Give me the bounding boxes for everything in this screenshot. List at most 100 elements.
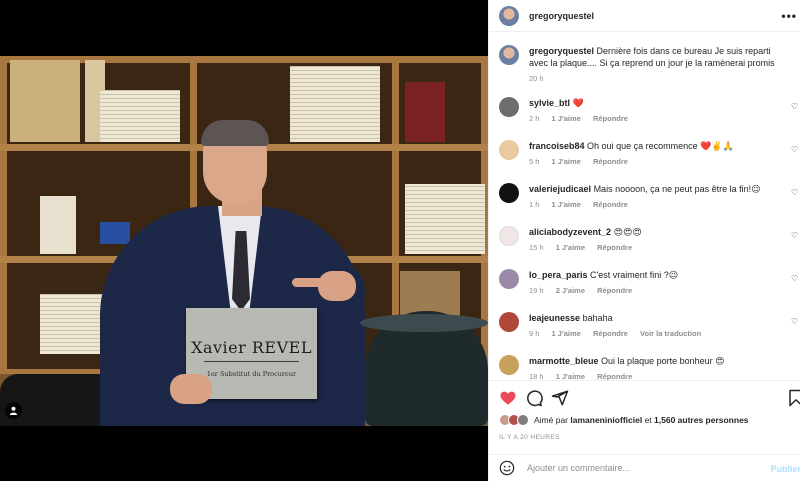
share-icon[interactable]	[551, 389, 569, 407]
comment-text: bahaha	[582, 313, 613, 323]
pointing-finger	[292, 278, 324, 287]
post-sidebar: gregoryquestel ••• gregoryquestel Derniè…	[488, 0, 800, 481]
reply-button[interactable]: Répondre	[597, 286, 632, 295]
comment-item: aliciabodyzevent_2 😍😍😍 15 h 1 J'aime Rép…	[499, 226, 799, 254]
comment-likes[interactable]: 1 J'aime	[552, 329, 581, 338]
blue-box	[100, 222, 130, 244]
comment-time[interactable]: 19 h	[529, 286, 544, 295]
more-horizontal-icon[interactable]: •••	[781, 9, 797, 23]
avatar[interactable]	[499, 269, 519, 289]
post-media-panel: Xavier REVEL 1er Substitut du Procureur	[0, 0, 488, 481]
avatar[interactable]	[499, 97, 519, 117]
comment-time[interactable]: 15 h	[529, 243, 544, 252]
avatar[interactable]	[499, 5, 519, 26]
heart-filled-icon[interactable]	[499, 389, 517, 407]
tagged-user-button[interactable]	[5, 402, 22, 419]
comment-time[interactable]: 18 h	[529, 372, 544, 380]
likes-text: Aimé par lamaneniniofficiel et 1,560 aut…	[534, 415, 749, 425]
comment-time[interactable]: 2 h	[529, 114, 539, 123]
caption-username[interactable]: gregoryquestel	[529, 46, 594, 56]
comment-item: lo_pera_paris C'est vraiment fini ?😉 19 …	[499, 269, 799, 297]
post-comment-button[interactable]: Publier	[770, 464, 800, 474]
avatar[interactable]	[499, 140, 519, 160]
plaque-name: Xavier REVEL	[191, 338, 312, 357]
heart-outline-icon[interactable]: ♡	[791, 275, 799, 283]
comment-text: ❤️	[572, 98, 584, 108]
comment-username[interactable]: lo_pera_paris	[529, 270, 588, 280]
emoji-icon[interactable]	[499, 460, 515, 476]
comment-composer: Publier	[489, 454, 800, 481]
binders	[10, 60, 80, 142]
reply-button[interactable]: Répondre	[597, 372, 632, 380]
comment-username[interactable]: marmotte_bleue	[529, 356, 599, 366]
comment-item: marmotte_bleue Oui la plaque porte bonhe…	[499, 355, 799, 380]
plaque-divider	[204, 361, 299, 362]
caption-time[interactable]: 20 h	[529, 74, 544, 83]
comment-likes[interactable]: 1 J'aime	[552, 157, 581, 166]
comment-likes[interactable]: 1 J'aime	[552, 114, 581, 123]
heart-outline-icon[interactable]: ♡	[791, 318, 799, 326]
comment-time[interactable]: 9 h	[529, 329, 539, 338]
heart-outline-icon[interactable]: ♡	[791, 232, 799, 240]
likes-others[interactable]: 1,560 autres personnes	[654, 415, 749, 425]
comment-text: Oh oui que ça recommence ❤️✌️🙏	[587, 141, 734, 151]
heart-outline-icon[interactable]: ♡	[791, 103, 799, 111]
desk-lamp-rim	[360, 314, 488, 332]
comment-username[interactable]: leajeunesse	[529, 313, 580, 323]
comment-username[interactable]: valeriejudicael	[529, 184, 591, 194]
likes-and: et	[644, 415, 652, 425]
comment-item: leajeunesse bahaha 9 h 1 J'aime Répondre…	[499, 312, 799, 340]
comment-text: C'est vraiment fini ?😉	[590, 270, 679, 280]
reply-button[interactable]: Répondre	[597, 243, 632, 252]
comment-time[interactable]: 5 h	[529, 157, 539, 166]
comment-item: valeriejudicael Mais noooon, ça ne peut …	[499, 183, 799, 211]
reply-button[interactable]: Répondre	[593, 157, 628, 166]
vase	[40, 196, 76, 254]
avatar[interactable]	[499, 45, 519, 65]
comment-likes[interactable]: 1 J'aime	[556, 372, 585, 380]
paper-stack	[290, 66, 380, 142]
heart-outline-icon[interactable]: ♡	[791, 189, 799, 197]
user-icon	[9, 406, 18, 415]
comment-likes[interactable]: 1 J'aime	[552, 200, 581, 209]
comment-text: Mais noooon, ça ne peut pas être la fin!…	[593, 184, 761, 194]
post-caption: gregoryquestel Dernière fois dans ce bur…	[499, 45, 799, 85]
comment-likes[interactable]: 2 J'aime	[556, 286, 585, 295]
avatar[interactable]	[499, 312, 519, 332]
comment-username[interactable]: sylvie_btl	[529, 98, 570, 108]
person-hand	[318, 271, 356, 301]
comment-likes[interactable]: 1 J'aime	[556, 243, 585, 252]
post-header: gregoryquestel •••	[489, 0, 800, 32]
comment-username[interactable]: aliciabodyzevent_2	[529, 227, 611, 237]
avatar[interactable]	[517, 414, 529, 426]
avatar[interactable]	[499, 355, 519, 375]
post-photo[interactable]: Xavier REVEL 1er Substitut du Procureur	[0, 56, 488, 426]
comment-item: sylvie_btl ❤️ 2 h 1 J'aime Répondre ♡	[499, 97, 799, 125]
books	[405, 82, 445, 142]
likes-summary: Aimé par lamaneniniofficiel et 1,560 aut…	[499, 414, 749, 426]
reply-button[interactable]: Répondre	[593, 200, 628, 209]
comment-text: 😍😍😍	[613, 227, 642, 237]
post-timestamp[interactable]: IL Y A 20 HEURES	[499, 434, 560, 441]
person-hand	[170, 374, 212, 404]
comments-list[interactable]: gregoryquestel Dernière fois dans ce bur…	[489, 33, 800, 380]
avatar[interactable]	[499, 226, 519, 246]
see-translation-button[interactable]: Voir la traduction	[640, 329, 701, 338]
comment-icon[interactable]	[525, 389, 543, 407]
paper-stack	[405, 184, 485, 254]
reply-button[interactable]: Répondre	[593, 329, 628, 338]
heart-outline-icon[interactable]: ♡	[791, 146, 799, 154]
comment-text: Oui la plaque porte bonheur 😍	[601, 356, 725, 366]
comment-time[interactable]: 1 h	[529, 200, 539, 209]
comment-item: francoiseb84 Oh oui que ça recommence ❤️…	[499, 140, 799, 168]
paper-stack	[100, 90, 180, 142]
person-hair	[201, 120, 269, 146]
header-username[interactable]: gregoryquestel	[529, 11, 594, 21]
avatar[interactable]	[499, 183, 519, 203]
comment-username[interactable]: francoiseb84	[529, 141, 585, 151]
comment-input[interactable]	[527, 463, 747, 473]
bookmark-icon[interactable]	[787, 389, 800, 407]
likes-user[interactable]: lamaneniniofficiel	[570, 415, 642, 425]
reply-button[interactable]: Répondre	[593, 114, 628, 123]
likes-prefix: Aimé par	[534, 415, 569, 425]
